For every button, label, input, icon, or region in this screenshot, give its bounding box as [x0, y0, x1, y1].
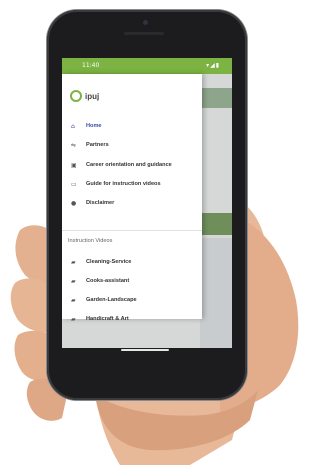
menu-item-label: Garden-Landscape [86, 297, 137, 303]
menu-item-label: Guide for instruction videos [86, 181, 161, 187]
menu-item-partners[interactable]: ⇋ Partners [62, 137, 202, 155]
briefcase-icon: ▣ [71, 162, 77, 169]
home-indicator[interactable] [121, 349, 169, 351]
menu-item-video-garden[interactable]: ▰ Garden-Landscape [62, 292, 202, 310]
video-guide-icon: ▭ [71, 181, 77, 188]
menu-item-label: Cleaning-Service [86, 259, 132, 265]
status-icons: ▾◢▮ [206, 62, 220, 69]
menu-item-label: Home [86, 123, 102, 129]
video-icon: ▰ [71, 297, 76, 304]
video-icon: ▰ [71, 278, 76, 285]
background-header-block [200, 88, 232, 108]
menu-item-disclaimer[interactable]: ● Disclaimer [62, 195, 202, 213]
phone-screen: 11:40 ▾◢▮ ipuj ⌂ Home ⇋ Partners ▣ Caree… [62, 58, 232, 348]
menu-item-video-handicraft[interactable]: ▰ Handicraft & Art [62, 311, 202, 329]
handshake-icon: ⇋ [71, 142, 77, 149]
logo-icon [70, 89, 82, 102]
menu-item-label: Career orientation and guidance [86, 162, 172, 168]
status-bar: 11:40 ▾◢▮ [62, 58, 232, 74]
menu-item-video-cleaning[interactable]: ▰ Cleaning-Service [62, 254, 202, 272]
logo-text: ipuj [85, 92, 100, 102]
menu-item-video-cooks[interactable]: ▰ Cooks-assistant [62, 273, 202, 291]
background-gray-block [200, 238, 232, 348]
menu-item-label: Partners [86, 142, 109, 148]
video-icon: ▰ [71, 316, 76, 323]
menu-item-home[interactable]: ⌂ Home [62, 118, 202, 136]
section-title: Instruction Videos [68, 238, 113, 244]
video-icon: ▰ [71, 259, 76, 266]
home-icon: ⌂ [71, 123, 75, 130]
drawer-divider [62, 230, 202, 231]
info-icon: ● [71, 200, 77, 207]
front-camera [143, 20, 148, 25]
status-time: 11:40 [82, 62, 100, 69]
navigation-drawer: ipuj ⌂ Home ⇋ Partners ▣ Career orientat… [62, 74, 202, 323]
app-logo: ipuj [70, 88, 99, 102]
menu-item-career[interactable]: ▣ Career orientation and guidance [62, 157, 202, 175]
menu-item-label: Cooks-assistant [86, 278, 130, 284]
menu-item-guide[interactable]: ▭ Guide for instruction videos [62, 176, 202, 194]
menu-item-label: Handicraft & Art [86, 316, 129, 322]
menu-item-label: Disclaimer [86, 200, 115, 206]
earpiece-speaker [124, 32, 164, 35]
background-green-block [200, 213, 232, 235]
